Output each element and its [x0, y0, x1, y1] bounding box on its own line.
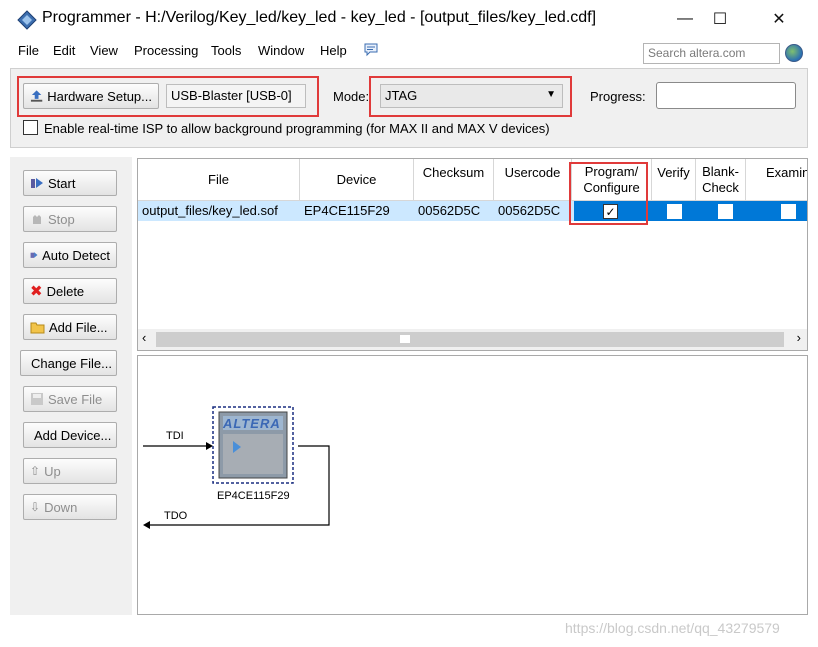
column-header-usercode[interactable]: Usercode: [494, 159, 572, 201]
column-header-device[interactable]: Device: [300, 159, 414, 201]
programmer-app-icon: [17, 10, 37, 30]
tdi-label: TDI: [166, 430, 184, 442]
hardware-setup-label: Hardware Setup...: [47, 88, 152, 104]
scrollbar-thumb[interactable]: [156, 332, 784, 347]
add-device-label: Add Device...: [34, 427, 112, 443]
stop-icon: [33, 215, 41, 224]
scroll-left-icon[interactable]: ‹: [142, 330, 146, 345]
start-button[interactable]: Start: [23, 170, 117, 196]
hardware-setup-button[interactable]: Hardware Setup...: [23, 83, 159, 109]
menu-processing[interactable]: Processing: [134, 43, 198, 58]
add-device-button[interactable]: Add Device...: [23, 422, 117, 448]
examine-checkbox[interactable]: [781, 204, 796, 219]
close-button[interactable]: ✕: [756, 6, 802, 32]
folder-icon: [30, 322, 45, 333]
column-header-file[interactable]: File: [138, 159, 300, 201]
tdo-label: TDO: [164, 510, 188, 522]
progress-label: Progress:: [590, 89, 646, 104]
column-header-checksum[interactable]: Checksum: [414, 159, 494, 201]
device-table: File Device Checksum Usercode Program/ C…: [137, 158, 808, 351]
help-chat-icon[interactable]: [363, 42, 379, 58]
mode-label: Mode:: [333, 89, 370, 104]
horizontal-scrollbar[interactable]: ‹ ›: [138, 329, 807, 350]
row-device-cell[interactable]: EP4CE115F29: [300, 201, 414, 221]
down-button[interactable]: ⇩ Down: [23, 494, 117, 520]
save-icon: [31, 393, 43, 405]
down-label: Down: [44, 499, 78, 515]
menu-file[interactable]: File: [18, 43, 39, 58]
auto-detect-icon: [30, 252, 38, 258]
start-icon: [31, 178, 43, 188]
watermark: https://blog.csdn.net/qq_43279579: [565, 620, 780, 636]
add-file-label: Add File...: [49, 319, 108, 335]
chevron-down-icon: ▼: [546, 89, 556, 100]
hardware-value-field: USB-Blaster [USB-0]: [166, 84, 306, 108]
menu-window[interactable]: Window: [258, 43, 304, 58]
change-file-button[interactable]: Change File...: [20, 350, 117, 376]
background-window-edge: [808, 225, 818, 645]
hardware-setup-icon: [30, 90, 43, 102]
verify-checkbox[interactable]: [667, 204, 682, 219]
isp-checkbox[interactable]: [23, 120, 38, 135]
arrow-down-icon: ⇩: [30, 500, 41, 514]
column-header-examine[interactable]: Examin: [746, 159, 807, 201]
globe-icon[interactable]: [785, 44, 803, 62]
add-file-button[interactable]: Add File...: [23, 314, 117, 340]
up-button[interactable]: ⇧ Up: [23, 458, 117, 484]
program-configure-highlight-box: [569, 162, 648, 225]
column-header-blank-check[interactable]: Blank- Check: [696, 159, 746, 201]
stop-button[interactable]: Stop: [23, 206, 117, 232]
stop-label: Stop: [48, 211, 75, 227]
auto-detect-label: Auto Detect: [42, 247, 110, 263]
window-title: Programmer - H:/Verilog/Key_led/key_led …: [42, 9, 597, 26]
delete-button[interactable]: ✖ Delete: [23, 278, 117, 304]
up-label: Up: [44, 463, 61, 479]
isp-label: Enable real-time ISP to allow background…: [44, 121, 550, 136]
menu-edit[interactable]: Edit: [53, 43, 75, 58]
mode-select[interactable]: JTAG ▼: [380, 84, 563, 108]
menu-tools[interactable]: Tools: [211, 43, 241, 58]
scrollbar-grip: [400, 335, 410, 343]
search-input[interactable]: Search altera.com: [643, 43, 780, 64]
mode-select-value: JTAG: [385, 88, 418, 103]
menu-view[interactable]: View: [90, 43, 118, 58]
maximize-button[interactable]: ☐: [697, 6, 743, 32]
row-checksum-cell[interactable]: 00562D5C: [414, 201, 494, 221]
save-file-label: Save File: [48, 391, 103, 407]
scroll-right-icon[interactable]: ›: [797, 330, 801, 345]
device-chip-icon[interactable]: [213, 407, 293, 483]
arrow-up-icon: ⇧: [30, 464, 41, 478]
row-usercode-cell[interactable]: 00562D5C: [494, 201, 574, 221]
chain-device-label: EP4CE115F29: [217, 490, 290, 502]
save-file-button[interactable]: Save File: [23, 386, 117, 412]
row-file-cell[interactable]: output_files/key_led.sof: [138, 201, 300, 221]
change-file-label: Change File...: [31, 355, 112, 371]
menu-help[interactable]: Help: [320, 43, 347, 58]
jtag-chain-diagram: [143, 406, 330, 529]
blank-check-checkbox[interactable]: [718, 204, 733, 219]
auto-detect-button[interactable]: Auto Detect: [23, 242, 117, 268]
delete-label: Delete: [46, 283, 85, 299]
delete-x-icon: ✖: [30, 283, 43, 300]
column-header-verify[interactable]: Verify: [652, 159, 696, 201]
progress-bar: [656, 82, 796, 109]
start-label: Start: [48, 175, 76, 191]
